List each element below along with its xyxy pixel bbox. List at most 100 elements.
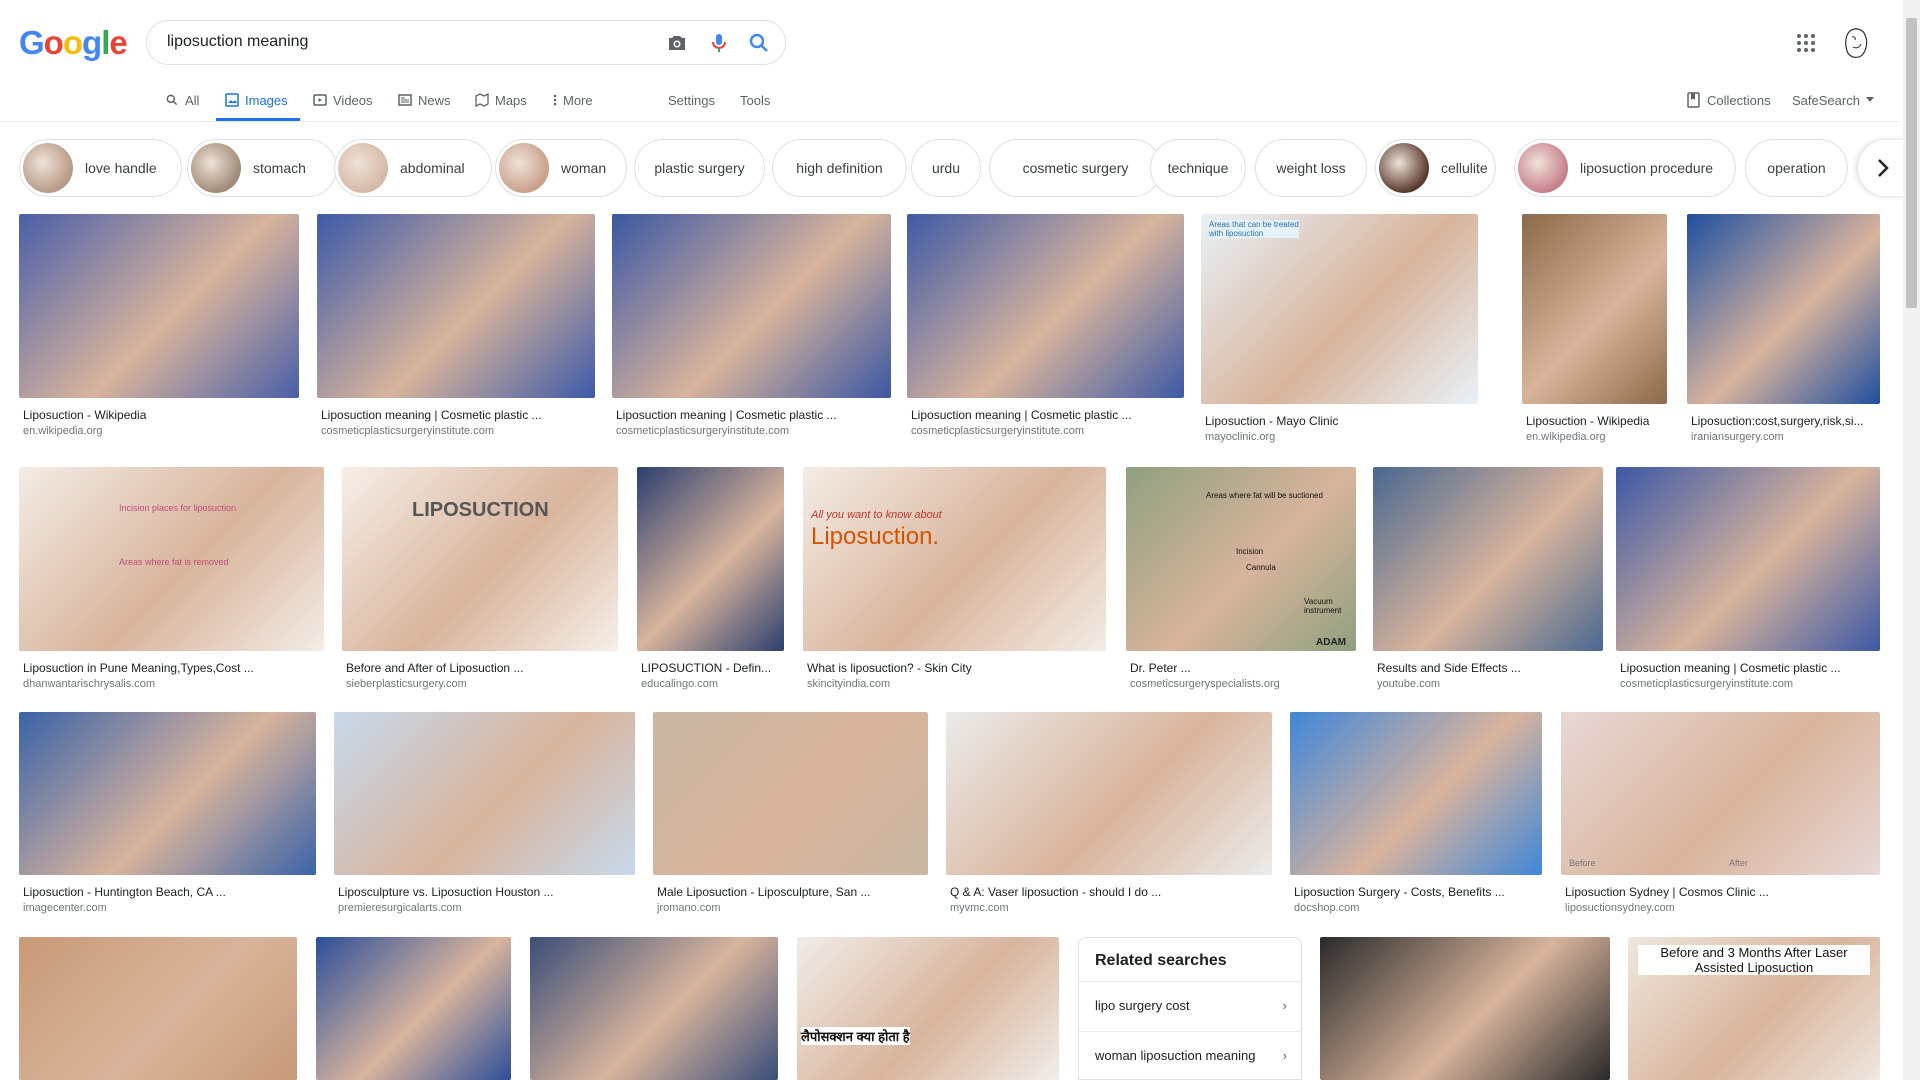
result-title[interactable]: LIPOSUCTION - Defin... [641,661,780,675]
chip-woman[interactable]: woman [495,139,627,197]
result-thumbnail[interactable] [946,712,1272,875]
result-title[interactable]: Liposuction - Wikipedia [1526,414,1663,428]
result-title[interactable]: Results and Side Effects ... [1377,661,1599,675]
result-thumbnail[interactable]: Incision places for liposuction Areas whe… [19,467,324,651]
result-thumbnail[interactable]: All you want to know about Liposuction. [803,467,1106,651]
avatar[interactable] [1841,27,1871,59]
result-thumbnail[interactable] [1373,467,1603,651]
result-title[interactable]: Liposuction:cost,surgery,risk,si... [1691,414,1876,428]
related-search-item[interactable]: woman liposuction meaning › [1079,1031,1301,1080]
google-logo[interactable]: Google [19,24,128,62]
chip-stomach[interactable]: stomach [187,139,337,197]
result-thumbnail[interactable]: Areas that can be treated with liposucti… [1201,214,1478,404]
settings-link[interactable]: Settings [668,90,715,110]
result-thumbnail[interactable] [1320,937,1610,1080]
result-thumbnail[interactable] [907,214,1184,398]
chip-weight-loss[interactable]: weight loss [1255,139,1367,197]
result-title[interactable]: Liposuction in Pune Meaning,Types,Cost .… [23,661,320,675]
result-thumbnail[interactable] [653,712,928,875]
result-thumbnail[interactable] [19,937,297,1080]
chip-technique[interactable]: technique [1150,139,1246,197]
chip-cosmetic-surgery[interactable]: cosmetic surgery [989,139,1162,197]
result-title[interactable]: Liposculpture vs. Liposuction Houston ..… [338,885,631,899]
chip-thumbnail [499,143,549,193]
result-domain: cosmeticplasticsurgeryinstitute.com [911,425,1085,437]
result-title[interactable]: Liposuction - Wikipedia [23,408,295,422]
tab-images[interactable]: Images [225,90,288,110]
chip-label: plastic surgery [654,160,745,176]
image-caption-adam: ADAM [1316,637,1346,648]
tab-videos[interactable]: Videos [313,90,373,110]
result-thumbnail[interactable]: Before After [1561,712,1880,875]
result-title[interactable]: Male Liposuction - Liposculpture, San ..… [657,885,924,899]
chip-plastic-surgery[interactable]: plastic surgery [634,139,765,197]
tab-more[interactable]: More [553,90,593,110]
result-title[interactable]: Liposuction meaning | Cosmetic plastic .… [1620,661,1876,675]
result-thumbnail[interactable] [19,712,316,875]
tab-label: News [418,92,451,108]
result-title[interactable]: Liposuction meaning | Cosmetic plastic .… [911,408,1180,422]
result-thumbnail[interactable]: Areas where fat will be suctioned Incisio… [1126,467,1356,651]
result-thumbnail[interactable] [530,937,778,1080]
result-thumbnail[interactable] [637,467,784,651]
mic-icon[interactable] [707,31,731,55]
chip-thumbnail [338,143,388,193]
result-title[interactable]: Liposuction Surgery - Costs, Benefits ..… [1294,885,1538,899]
chip-high-definition[interactable]: high definition [772,139,907,197]
chip-label: urdu [931,160,961,176]
result-title[interactable]: Liposuction Sydney | Cosmos Clinic ... [1565,885,1876,899]
result-thumbnail[interactable]: Before and 3 Months After Laser Assisted… [1628,937,1880,1080]
related-search-item[interactable]: lipo surgery cost › [1079,981,1301,1031]
result-thumbnail[interactable] [19,214,299,398]
result-thumbnail[interactable] [1290,712,1542,875]
chip-thumbnail [1379,143,1429,193]
result-thumbnail[interactable]: LIPOSUCTION [342,467,618,651]
result-thumbnail[interactable]: लैपोसक्शन क्या होता है [797,937,1059,1080]
collections-link[interactable]: Collections [1687,90,1771,110]
search-icon[interactable] [747,31,771,55]
chip-urdu[interactable]: urdu [911,139,981,197]
result-thumbnail[interactable] [612,214,891,398]
chip-operation[interactable]: operation [1745,139,1848,197]
chip-liposuction-procedure[interactable]: liposuction procedure [1514,139,1736,197]
result-title[interactable]: Before and After of Liposuction ... [346,661,614,675]
result-title[interactable]: Q & A: Vaser liposuction - should I do .… [950,885,1268,899]
chip-cellulite[interactable]: cellulite [1375,139,1496,197]
image-caption-before: Before [1569,858,1596,868]
search-input[interactable]: liposuction meaning [167,33,308,51]
result-title[interactable]: What is liposuction? - Skin City [807,661,1102,675]
chip-label: cellulite [1441,160,1488,176]
camera-icon[interactable] [665,31,689,55]
tools-link[interactable]: Tools [740,90,770,110]
chip-scroll-next-button[interactable] [1858,140,1908,196]
tab-news[interactable]: News [398,90,451,110]
search-box[interactable]: liposuction meaning [146,20,786,65]
apps-grid-icon[interactable] [1796,33,1816,53]
tab-all[interactable]: All [165,90,199,110]
tab-label: Maps [495,92,527,108]
result-thumbnail[interactable] [1687,214,1880,404]
safesearch-dropdown[interactable]: SafeSearch [1792,90,1874,110]
related-searches-title: Related searches [1095,952,1227,969]
result-thumbnail[interactable] [334,712,635,875]
result-title[interactable]: Liposuction - Huntington Beach, CA ... [23,885,312,899]
result-title[interactable]: Liposuction - Mayo Clinic [1205,414,1474,428]
result-thumbnail[interactable] [1522,214,1667,404]
image-caption-mayo: Areas that can be treated with liposucti… [1209,220,1299,238]
chip-label: abdominal [400,160,465,176]
chip-abdominal[interactable]: abdominal [334,139,492,197]
chevron-right-icon: › [1282,998,1287,1013]
chip-love-handle[interactable]: love handle [19,139,182,197]
result-thumbnail[interactable] [1616,467,1880,651]
result-thumbnail[interactable] [317,214,595,398]
result-title[interactable]: Liposuction meaning | Cosmetic plastic .… [321,408,591,422]
collections-label: Collections [1707,92,1771,108]
scrollbar-thumb[interactable] [1906,18,1917,308]
result-domain: myvmc.com [950,902,1009,914]
result-domain: sieberplasticsurgery.com [346,678,467,690]
result-thumbnail[interactable] [316,937,511,1080]
tab-maps[interactable]: Maps [475,90,527,110]
result-title[interactable]: Dr. Peter ... [1130,661,1352,675]
image-caption-hindi: लैपोसक्शन क्या होता है [801,1027,910,1045]
result-title[interactable]: Liposuction meaning | Cosmetic plastic .… [616,408,887,422]
